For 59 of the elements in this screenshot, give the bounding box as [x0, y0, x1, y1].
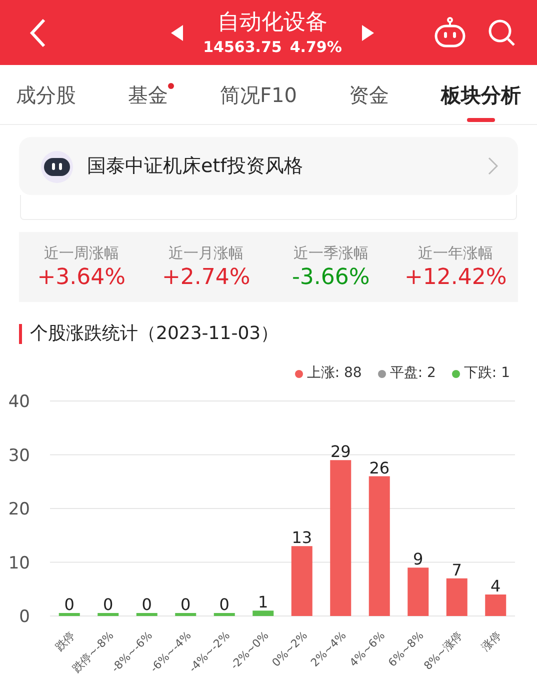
- tab[interactable]: 资金: [348, 65, 389, 124]
- legend-label: 平盘: 2: [390, 364, 436, 383]
- bar: [252, 610, 274, 616]
- previous-icon[interactable]: [171, 24, 184, 40]
- bar: [291, 546, 312, 616]
- bar: [136, 613, 158, 616]
- chevron-right-icon: [488, 157, 498, 175]
- bar: [214, 613, 235, 616]
- bar: [175, 613, 196, 616]
- next-icon[interactable]: [362, 24, 374, 40]
- legend-label: 上涨: 88: [306, 364, 362, 383]
- robot-icon[interactable]: [433, 16, 467, 48]
- bar-value-label: 7: [452, 560, 462, 580]
- search-icon[interactable]: [487, 18, 517, 48]
- bar-value-label: 29: [330, 442, 351, 462]
- bar: [98, 613, 119, 616]
- tab[interactable]: 板块分析: [440, 65, 521, 124]
- stat-label: 近一周涨幅: [44, 242, 119, 264]
- bar-value-label: 0: [142, 595, 152, 614]
- y-axis-label: 10: [8, 553, 30, 574]
- section-marker: [19, 324, 22, 344]
- change-percent: 4.79%: [290, 36, 342, 56]
- bar-value-label: 26: [369, 458, 390, 478]
- y-axis-label: 30: [8, 446, 30, 466]
- section-title: 个股涨跌统计（2023-11-03）: [30, 322, 279, 346]
- bar-value-label: 0: [103, 595, 114, 614]
- y-axis-label: 0: [19, 607, 30, 627]
- bar: [446, 578, 468, 616]
- y-axis-label: 20: [8, 500, 30, 520]
- stat-label: 近一年涨幅: [418, 242, 494, 264]
- bar-value-label: 1: [258, 592, 268, 612]
- active-tab-indicator: [466, 118, 495, 122]
- tab[interactable]: 简况F10: [220, 65, 297, 124]
- x-axis-label: 涨停: [479, 628, 504, 654]
- stat-value: +2.74%: [162, 264, 250, 292]
- stat-value: +12.42%: [404, 264, 507, 292]
- bar-value-label: 9: [413, 550, 424, 569]
- bar-value-label: 0: [180, 595, 191, 614]
- stat-value: +3.64%: [37, 264, 126, 292]
- tab[interactable]: 基金: [128, 65, 168, 124]
- bar: [485, 594, 506, 616]
- robot-icon: [39, 149, 75, 183]
- bar: [58, 613, 80, 616]
- tab[interactable]: 成分股: [16, 65, 76, 124]
- back-icon[interactable]: [28, 16, 48, 48]
- bar-value-label: 0: [219, 595, 230, 614]
- stat-value: -3.66%: [292, 264, 370, 292]
- index-value: 14563.75: [203, 36, 282, 56]
- x-axis-label: 跌停: [52, 628, 78, 654]
- legend-label: 下跌: 1: [464, 364, 510, 383]
- investment-style-card[interactable]: 国泰中证机床etf投资风格: [19, 137, 518, 195]
- y-axis-label: 40: [8, 392, 30, 412]
- bar-value-label: 0: [64, 595, 74, 614]
- stat-label: 近一季涨幅: [293, 242, 368, 264]
- stat-label: 近一月涨幅: [168, 242, 244, 264]
- bar-value-label: 4: [490, 576, 501, 596]
- sector-title: 自动化设备: [218, 8, 328, 36]
- bar: [408, 568, 429, 616]
- bar-value-label: 13: [292, 528, 312, 548]
